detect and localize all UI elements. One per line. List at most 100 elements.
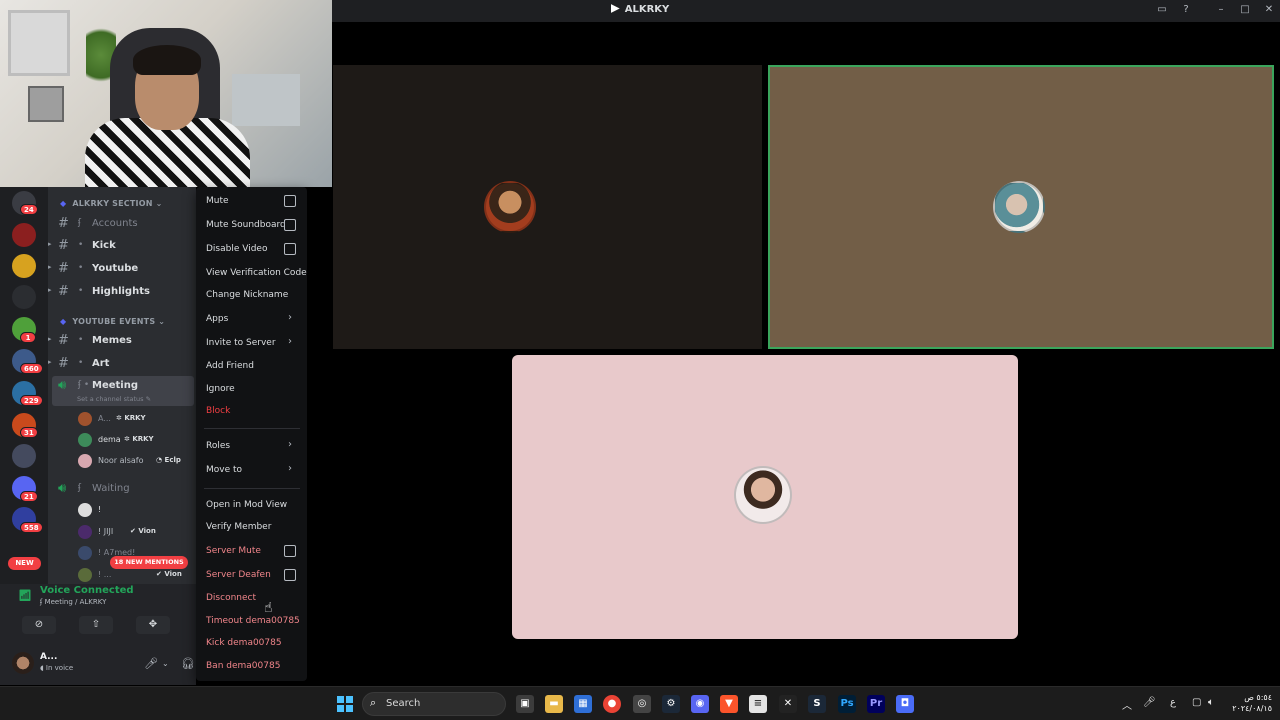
tray-expand-icon[interactable]: ︿ xyxy=(1122,697,1132,712)
chevron-right-icon: ▸ xyxy=(48,358,52,366)
menu-item-roles[interactable]: Roles xyxy=(206,441,230,451)
volume-icon[interactable]: 🔈︎ xyxy=(1208,697,1214,708)
channel-status-hint[interactable]: Set a channel status ✎ xyxy=(77,395,151,403)
disable-video-checkbox[interactable] xyxy=(284,243,296,255)
menu-item-server-deafen[interactable]: Server Deafen xyxy=(206,570,271,580)
brave-icon[interactable]: ▼ xyxy=(720,695,738,713)
mute-soundboard-checkbox[interactable] xyxy=(284,219,296,231)
menu-item-open-in-mod-view[interactable]: Open in Mod View xyxy=(206,500,287,510)
chevron-right-icon: › xyxy=(288,439,292,450)
inbox-icon[interactable]: ▭ xyxy=(1155,3,1169,17)
channel-accounts[interactable]: # ʄ Accounts xyxy=(48,214,196,234)
voice-user[interactable]: Noor alsafo ◔ Eclp xyxy=(78,453,196,471)
channel-art[interactable]: ▸ # • Art xyxy=(48,354,196,374)
category-header[interactable]: ◆ ALKRKY SECTION ⌄ xyxy=(60,199,163,208)
new-mentions-pill[interactable]: 18 NEW MENTIONS xyxy=(110,556,188,569)
menu-item-block[interactable]: Block xyxy=(206,406,230,416)
server-icon[interactable] xyxy=(12,444,36,468)
voice-user[interactable]: dema ✲ KRKY xyxy=(78,432,196,450)
notes-icon[interactable]: ≡ xyxy=(749,695,767,713)
shelf xyxy=(232,74,300,126)
taskbar-clock[interactable]: ٥:٥٤ ص ٢٠٢٤/٠٨/١٥ xyxy=(1228,692,1272,714)
menu-item-apps[interactable]: Apps xyxy=(206,314,228,324)
hash-icon: # xyxy=(58,356,69,371)
voice-user[interactable]: ! xyxy=(78,502,196,520)
menu-item-disable-video[interactable]: Disable Video xyxy=(206,244,267,254)
minimize-button[interactable]: – xyxy=(1214,3,1228,17)
photoshop-icon[interactable]: Ps xyxy=(838,695,856,713)
obs-icon[interactable]: ◎ xyxy=(633,695,651,713)
capcut-icon[interactable]: ✕ xyxy=(779,695,797,713)
category-header[interactable]: ◆ YOUTUBE EVENTS ⌄ xyxy=(60,317,165,326)
voice-user[interactable]: ! ... ✔ Vion xyxy=(78,567,196,584)
channel-waiting[interactable]: 🔊︎ ʄ Waiting xyxy=(48,479,196,499)
voice-user[interactable]: A... ✲ KRKY xyxy=(78,411,196,429)
menu-item-view-verification-code[interactable]: View Verification Code xyxy=(206,268,307,278)
activities-icon[interactable]: ✥ xyxy=(136,616,170,634)
chevron-down-icon[interactable]: ⌄ xyxy=(162,659,169,668)
server-icon[interactable] xyxy=(12,254,36,278)
notification-badge: 660 xyxy=(20,363,43,374)
chrome-icon[interactable]: ● xyxy=(603,695,621,713)
user-status: ◖ In voice xyxy=(40,664,74,672)
discord-icon[interactable]: ◉ xyxy=(691,695,709,713)
avatar[interactable] xyxy=(12,652,34,674)
menu-item-verify-member[interactable]: Verify Member xyxy=(206,522,271,532)
windows-start-icon[interactable] xyxy=(337,696,353,712)
menu-item-ignore[interactable]: Ignore xyxy=(206,384,235,394)
server-deafen-checkbox[interactable] xyxy=(284,569,296,581)
avatar xyxy=(78,433,92,447)
language-indicator[interactable]: ع xyxy=(1170,697,1176,708)
channel-kick[interactable]: ▸ # • Kick xyxy=(48,236,196,256)
close-button[interactable]: ✕ xyxy=(1262,3,1276,17)
display-icon[interactable]: ▢ xyxy=(1192,697,1201,708)
menu-item-ban[interactable]: Ban dema00785 xyxy=(206,661,280,671)
screen-share-icon[interactable]: ⇧ xyxy=(79,616,113,634)
menu-item-change-nickname[interactable]: Change Nickname xyxy=(206,290,288,300)
taskbar-search[interactable] xyxy=(362,692,506,716)
voice-status-title[interactable]: Voice Connected xyxy=(40,585,134,596)
menu-item-mute[interactable]: Mute xyxy=(206,196,229,206)
store-icon[interactable]: ▦ xyxy=(574,695,592,713)
task-view-icon[interactable]: ▣ xyxy=(516,695,534,713)
premiere-icon[interactable]: Pr xyxy=(867,695,885,713)
menu-item-move-to[interactable]: Move to xyxy=(206,465,242,475)
thread-icon: ʄ xyxy=(78,218,82,228)
steam-icon[interactable]: ⚙ xyxy=(662,695,680,713)
menu-item-timeout[interactable]: Timeout dema00785 xyxy=(206,616,300,626)
mic-tray-icon[interactable]: 🎤︎ xyxy=(1143,697,1156,708)
participant-tile[interactable] xyxy=(333,65,762,349)
channel-youtube[interactable]: ▸ # • Youtube xyxy=(48,259,196,279)
new-unreads-pill[interactable]: NEW xyxy=(8,557,41,570)
menu-item-mute-soundboard[interactable]: Mute Soundboard xyxy=(206,220,286,230)
channel-memes[interactable]: ▸ # • Memes xyxy=(48,331,196,351)
notification-badge: 558 xyxy=(20,522,43,533)
server-icon[interactable] xyxy=(12,285,36,309)
menu-item-kick[interactable]: Kick dema00785 xyxy=(206,638,282,648)
maximize-button[interactable]: □ xyxy=(1238,3,1252,17)
channel-highlights[interactable]: ▸ # • Highlights xyxy=(48,282,196,302)
notification-badge: 229 xyxy=(20,395,43,406)
headphones-icon[interactable]: 🎧︎ xyxy=(181,657,195,670)
menu-item-server-mute[interactable]: Server Mute xyxy=(206,546,261,556)
user-context-menu xyxy=(196,187,307,681)
camera-off-icon[interactable]: ⊘ xyxy=(22,616,56,634)
menu-item-invite-to-server[interactable]: Invite to Server xyxy=(206,338,276,348)
username[interactable]: A... xyxy=(40,652,57,662)
menu-item-add-friend[interactable]: Add Friend xyxy=(206,361,254,371)
server-icon[interactable] xyxy=(12,223,36,247)
avatar xyxy=(78,525,92,539)
menu-item-disconnect[interactable]: Disconnect xyxy=(206,593,256,603)
voice-user[interactable]: ! JIJI ✔ Vion xyxy=(78,524,196,542)
server-mute-checkbox[interactable] xyxy=(284,545,296,557)
mute-checkbox[interactable] xyxy=(284,195,296,207)
voice-status-subtitle: ʄ Meeting / ALKRKY xyxy=(40,598,107,606)
app-icon[interactable]: ◘ xyxy=(896,695,914,713)
file-explorer-icon[interactable]: ▬ xyxy=(545,695,563,713)
steam-app-icon[interactable]: S xyxy=(808,695,826,713)
signal-icon[interactable]: 📶︎ xyxy=(18,589,32,602)
microphone-icon[interactable]: 🎤︎ xyxy=(144,657,158,670)
chevron-right-icon: › xyxy=(288,312,292,323)
help-icon[interactable]: ? xyxy=(1179,3,1193,17)
channel-list: ◆ ALKRKY SECTION ⌄ # ʄ Accounts ▸ # • Kick ▸ # •… xyxy=(48,187,196,584)
